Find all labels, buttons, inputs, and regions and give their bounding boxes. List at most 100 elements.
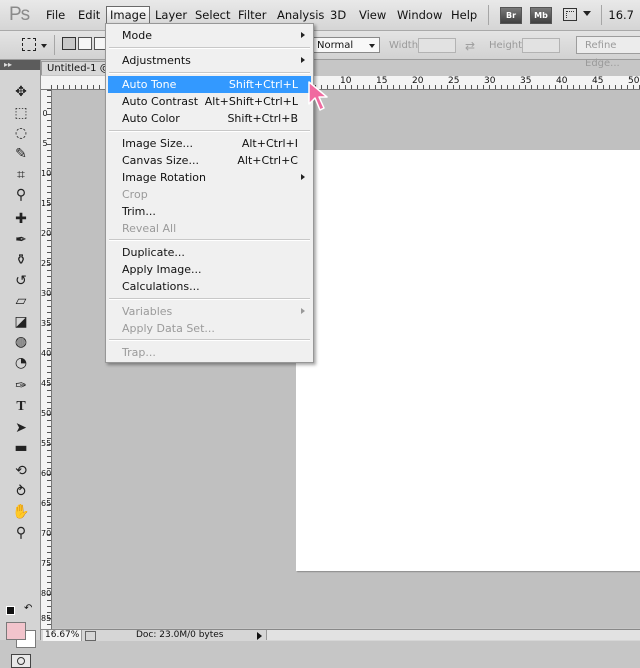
pen-tool-icon[interactable]: ✑: [8, 376, 34, 396]
menu-3d[interactable]: 3D: [330, 8, 346, 22]
eyedropper-tool-icon[interactable]: ⚲: [8, 185, 34, 205]
quick-selection-tool-icon[interactable]: ✎: [8, 144, 34, 164]
document-canvas[interactable]: [296, 150, 640, 571]
crop-tool-icon[interactable]: ⌗: [8, 165, 34, 185]
ruler-label: 40: [556, 76, 568, 86]
collapse-panel-icon[interactable]: ▸▸: [0, 60, 40, 70]
menu-item-mode[interactable]: Mode: [108, 27, 311, 44]
ruler-label: 65: [41, 499, 52, 508]
menu-item-image-size[interactable]: Image Size... Alt+Ctrl+I: [108, 135, 311, 152]
menu-item-apply-image[interactable]: Apply Image...: [108, 261, 311, 278]
3d-rotate-tool-icon[interactable]: ⟲: [8, 461, 34, 481]
eraser-tool-icon[interactable]: ▱: [8, 291, 34, 311]
menu-item-shortcut: Alt+Shift+Ctrl+L: [204, 95, 298, 108]
menu-image[interactable]: Image: [106, 6, 151, 24]
menu-item-auto-tone[interactable]: Auto Tone Shift+Ctrl+L: [108, 76, 311, 93]
foreground-color-swatch[interactable]: [6, 622, 26, 640]
menu-item-apply-data-set[interactable]: Apply Data Set...: [108, 320, 311, 337]
hand-tool-icon[interactable]: ✋: [8, 502, 34, 522]
menu-item-shortcut: Shift+Ctrl+L: [228, 78, 298, 91]
menu-item-trim[interactable]: Trim...: [108, 203, 311, 220]
menu-item-reveal-all[interactable]: Reveal All: [108, 220, 311, 237]
ruler-label: 5: [42, 139, 48, 148]
mini-bridge-button[interactable]: Mb: [530, 7, 552, 24]
dodge-tool-icon[interactable]: ◔: [8, 353, 34, 373]
status-zoom-field[interactable]: 16.67%: [43, 630, 82, 641]
menu-edit[interactable]: Edit: [78, 8, 100, 22]
move-tool-icon[interactable]: ✥: [8, 82, 34, 102]
menu-item-calculations[interactable]: Calculations...: [108, 278, 311, 295]
menu-item-label: Image Rotation: [122, 171, 206, 184]
type-tool-icon[interactable]: T: [8, 397, 34, 417]
clone-stamp-tool-icon[interactable]: ⚱: [8, 250, 34, 270]
swap-colors-icon[interactable]: ↶: [24, 603, 32, 614]
ruler-label: 85: [41, 614, 52, 623]
menu-item-label: Crop: [122, 188, 148, 201]
menu-item-label: Trim...: [122, 205, 156, 218]
options-divider: [54, 35, 55, 55]
bridge-button[interactable]: Br: [500, 7, 522, 24]
rectangular-marquee-preset-icon[interactable]: [22, 38, 36, 51]
menu-window[interactable]: Window: [397, 8, 442, 22]
menu-item-crop[interactable]: Crop: [108, 186, 311, 203]
swap-width-height-icon[interactable]: ⇄: [465, 39, 475, 53]
height-field[interactable]: [522, 38, 560, 53]
menu-item-variables[interactable]: Variables: [108, 303, 311, 320]
menu-select[interactable]: Select: [195, 8, 230, 22]
menu-item-canvas-size[interactable]: Canvas Size... Alt+Ctrl+C: [108, 152, 311, 169]
chevron-down-icon[interactable]: [41, 44, 47, 48]
blur-tool-icon[interactable]: ◍: [8, 332, 34, 352]
menu-separator: [109, 72, 310, 74]
menu-file[interactable]: File: [46, 8, 65, 22]
submenu-arrow-icon: [301, 57, 305, 63]
menu-item-label: Variables: [122, 305, 173, 318]
options-bar: Normal Width: ⇄ Height: Refine Edge...: [0, 31, 640, 69]
document-tab[interactable]: Untitled-1 @ 16.7% (RGB/8): [41, 61, 111, 75]
ruler-label: 35: [41, 319, 52, 328]
zoom-level-readout[interactable]: 16.7: [608, 8, 634, 22]
path-selection-tool-icon[interactable]: ➤: [8, 418, 34, 438]
marquee-tool-icon[interactable]: ⬚: [8, 103, 34, 123]
3d-orbit-tool-icon[interactable]: ⥁: [8, 482, 34, 502]
quick-mask-icon[interactable]: [11, 654, 31, 668]
menu-item-label: Calculations...: [122, 280, 200, 293]
paint-bucket-tool-icon[interactable]: ◪: [8, 312, 34, 332]
menu-item-auto-contrast[interactable]: Auto Contrast Alt+Shift+Ctrl+L: [108, 93, 311, 110]
menu-filter[interactable]: Filter: [238, 8, 266, 22]
menu-view[interactable]: View: [359, 8, 386, 22]
rectangle-tool-icon[interactable]: ▬: [8, 438, 34, 458]
vertical-ruler[interactable]: 0 5 10 15 20 25 30 35 40 45 50 55 60 65 …: [41, 90, 52, 630]
menu-analysis[interactable]: Analysis: [277, 8, 324, 22]
menu-layer[interactable]: Layer: [155, 8, 187, 22]
menu-separator: [109, 339, 310, 341]
menu-item-trap[interactable]: Trap...: [108, 344, 311, 361]
menu-help[interactable]: Help: [451, 8, 477, 22]
menu-item-image-rotation[interactable]: Image Rotation: [108, 169, 311, 186]
menu-item-duplicate[interactable]: Duplicate...: [108, 244, 311, 261]
menu-item-label: Image Size...: [122, 137, 194, 150]
menu-item-adjustments[interactable]: Adjustments: [108, 52, 311, 69]
view-extras-icon[interactable]: [563, 8, 577, 21]
healing-brush-tool-icon[interactable]: ✚: [8, 209, 34, 229]
menu-item-shortcut: Alt+Ctrl+C: [237, 154, 298, 167]
new-selection-mode-button[interactable]: [62, 37, 76, 50]
lasso-tool-icon[interactable]: ◌: [8, 123, 34, 143]
ruler-label: 45: [41, 379, 52, 388]
style-select[interactable]: Normal: [312, 37, 380, 53]
chevron-down-icon[interactable]: [583, 11, 591, 16]
history-brush-tool-icon[interactable]: ↺: [8, 271, 34, 291]
refine-edge-button[interactable]: Refine Edge...: [576, 36, 640, 69]
menu-separator: [109, 47, 310, 49]
menu-item-auto-color[interactable]: Auto Color Shift+Ctrl+B: [108, 110, 311, 127]
brush-tool-icon[interactable]: ✒: [8, 230, 34, 250]
add-selection-mode-button[interactable]: [78, 37, 92, 50]
status-menu-arrow-icon[interactable]: [257, 632, 262, 640]
default-colors-icon[interactable]: [6, 606, 15, 615]
horizontal-scrollbar[interactable]: [266, 630, 640, 640]
menu-item-label: Adjustments: [122, 54, 191, 67]
menu-item-label: Auto Contrast: [122, 95, 199, 108]
ruler-label: 20: [412, 76, 424, 86]
zoom-tool-icon[interactable]: ⚲: [8, 523, 34, 543]
width-field[interactable]: [418, 38, 456, 53]
ruler-label: 30: [484, 76, 496, 86]
